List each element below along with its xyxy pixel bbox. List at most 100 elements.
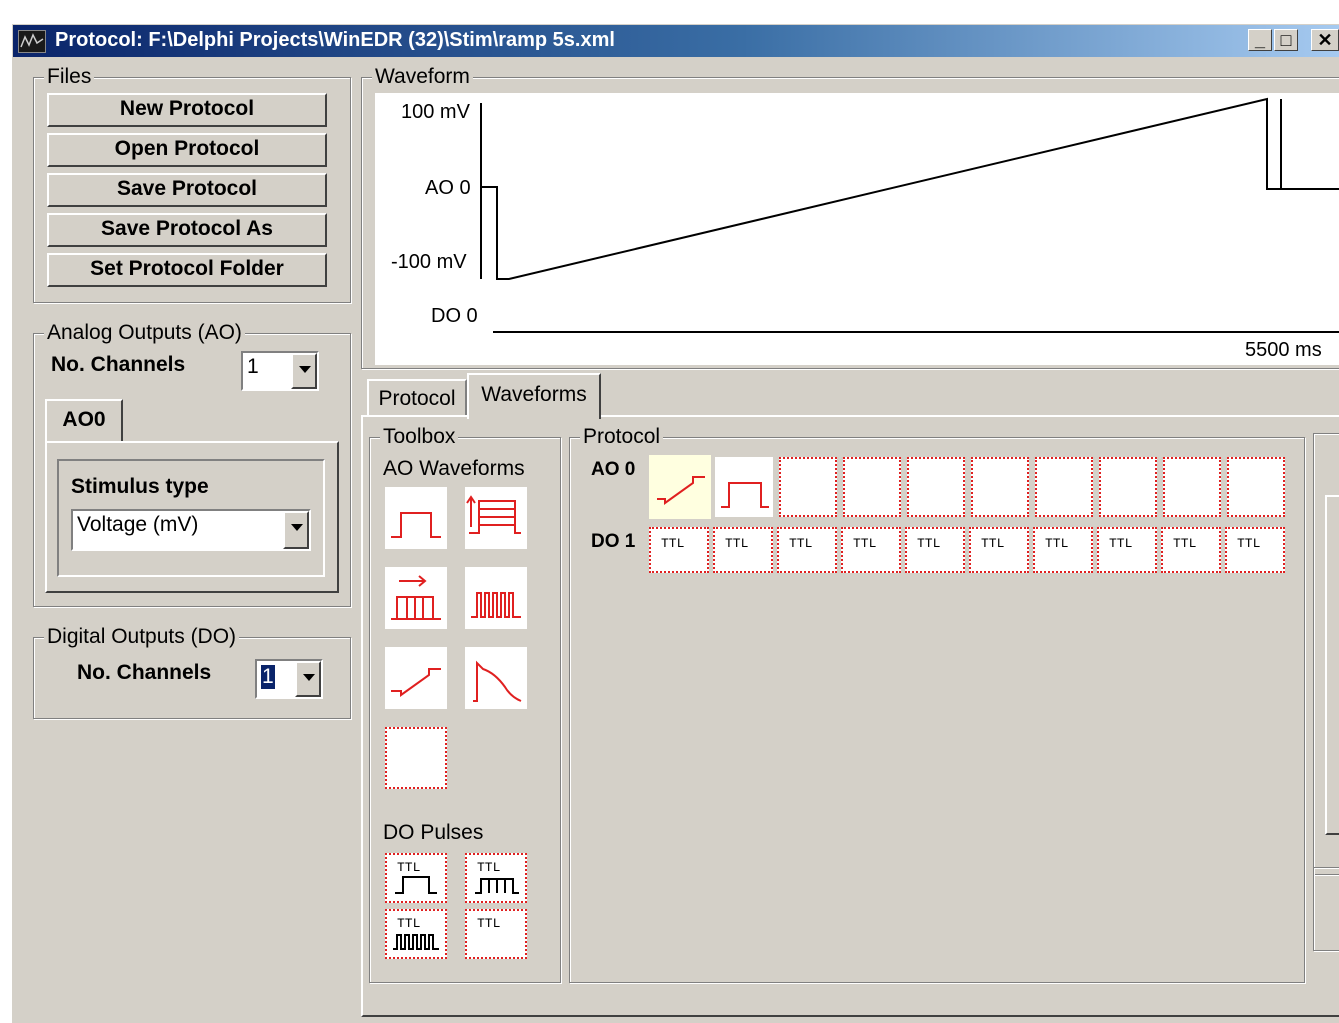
do1-slot-4[interactable]: TTL: [841, 527, 901, 573]
stimulus-type-select[interactable]: Voltage (mV): [71, 509, 311, 551]
ttl-none-icon: TTL: [725, 536, 748, 551]
analog-outputs-group-label: Analog Outputs (AO): [44, 321, 245, 345]
ttl-none-icon: TTL: [853, 536, 876, 551]
svg-text:TTL: TTL: [1109, 536, 1132, 551]
do1-slot-3[interactable]: TTL: [777, 527, 837, 573]
title-bar[interactable]: Protocol: F:\Delphi Projects\WinEDR (32)…: [13, 25, 1339, 57]
svg-text:TTL: TTL: [853, 536, 876, 551]
do-channels-select[interactable]: 1: [255, 659, 323, 699]
do1-slot-10[interactable]: TTL: [1225, 527, 1285, 573]
do1-slot-1[interactable]: TTL: [649, 527, 709, 573]
protocol-window: Protocol: F:\Delphi Projects\WinEDR (32)…: [12, 24, 1339, 1023]
ao-channels-value: 1: [247, 355, 259, 378]
ttl-none-icon: TTL: [1173, 536, 1196, 551]
scroll-panel-lower[interactable]: [1313, 867, 1339, 951]
family-of-steps-icon: [466, 495, 521, 534]
ao0-slot-7[interactable]: [1035, 457, 1093, 517]
minimize-button[interactable]: _: [1248, 29, 1272, 51]
tab-protocol-label: Protocol: [378, 387, 456, 410]
digital-outputs-group-label: Digital Outputs (DO): [44, 625, 240, 649]
ao0-slot-9[interactable]: [1163, 457, 1221, 517]
family-of-steps-tool[interactable]: [465, 487, 527, 549]
ao0-slot-6[interactable]: [971, 457, 1029, 517]
ttl-none-icon: TTL: [917, 536, 940, 551]
tab-ao0[interactable]: AO0: [45, 399, 123, 443]
ramp-icon: [657, 476, 705, 505]
ttl-none-tool[interactable]: TTL: [465, 909, 527, 959]
chevron-down-icon[interactable]: [291, 353, 317, 389]
save-protocol-as-button[interactable]: Save Protocol As: [47, 213, 327, 247]
ao0-slot-5[interactable]: [907, 457, 965, 517]
ttl-none-icon: TTL: [981, 536, 1004, 551]
stimulus-type-label: Stimulus type: [71, 475, 209, 498]
ttl-none-icon: TTL: [789, 536, 812, 551]
pulse-train-tool[interactable]: [465, 567, 527, 629]
ao0-slot-4[interactable]: [843, 457, 901, 517]
ao0-slot-10[interactable]: [1227, 457, 1285, 517]
action-potential-waveform-icon: [473, 660, 522, 702]
pulse-train-icon: [471, 592, 521, 618]
do-channels-label: No. Channels: [77, 661, 212, 684]
maximize-button[interactable]: □: [1274, 29, 1298, 51]
svg-text:TTL: TTL: [1237, 536, 1260, 551]
step-pulse-icon: [391, 512, 441, 538]
close-button[interactable]: ✕: [1311, 29, 1339, 51]
vertical-scrollbar-thumb[interactable]: [1325, 495, 1339, 835]
ttl-text: TTL: [397, 860, 420, 875]
ttl-none-icon: TTL: [1237, 536, 1260, 551]
ttl-single-pulse-tool[interactable]: TTL: [385, 853, 447, 903]
save-protocol-button[interactable]: Save Protocol: [47, 173, 327, 207]
ao-channels-select[interactable]: 1: [241, 351, 319, 391]
ttl-none-icon: TTL: [661, 536, 684, 551]
ttl-pulse-train-family-tool[interactable]: TTL: [465, 853, 527, 903]
step-pulse-tool[interactable]: [385, 487, 447, 549]
tab-waveforms[interactable]: Waveforms: [467, 373, 601, 419]
svg-text:TTL: TTL: [661, 536, 684, 551]
do1-slot-2[interactable]: TTL: [713, 527, 773, 573]
svg-text:TTL: TTL: [1173, 536, 1196, 551]
stimulus-type-value: Voltage (mV): [77, 513, 199, 536]
pulse-train-family-tool[interactable]: [385, 567, 447, 629]
protocol-group-label: Protocol: [580, 425, 664, 449]
svg-text:TTL: TTL: [789, 536, 812, 551]
toolbox-group-label: Toolbox: [380, 425, 459, 449]
svg-text:TTL: TTL: [1045, 536, 1068, 551]
ttl-none-icon: TTL: [1045, 536, 1068, 551]
do1-slot-6[interactable]: TTL: [969, 527, 1029, 573]
do1-slot-8[interactable]: TTL: [1097, 527, 1157, 573]
do1-slot-7[interactable]: TTL: [1033, 527, 1093, 573]
do1-slot-9[interactable]: TTL: [1161, 527, 1221, 573]
open-protocol-button[interactable]: Open Protocol: [47, 133, 327, 167]
tab-protocol[interactable]: Protocol: [367, 379, 467, 417]
step-pulse-icon: [721, 482, 769, 508]
ramp-icon: [391, 668, 441, 697]
app-icon: [18, 30, 46, 53]
ttl-none-icon: TTL: [1109, 536, 1132, 551]
ramp-tool[interactable]: [385, 647, 447, 709]
empty-waveform-tool[interactable]: [385, 727, 447, 789]
set-protocol-folder-button[interactable]: Set Protocol Folder: [47, 253, 327, 287]
chevron-down-icon[interactable]: [283, 511, 309, 549]
do1-slot-5[interactable]: TTL: [905, 527, 965, 573]
do-channels-value: 1: [261, 665, 275, 689]
svg-text:TTL: TTL: [917, 536, 940, 551]
ao0-slot-3[interactable]: [779, 457, 837, 517]
ao0-slot-8[interactable]: [1099, 457, 1157, 517]
new-protocol-button[interactable]: New Protocol: [47, 93, 327, 127]
waveform-plot[interactable]: 100 mV AO 0 -100 mV DO 0 5500 ms: [375, 93, 1339, 365]
do1-row-label: DO 1: [591, 531, 636, 552]
ao0-slot-1[interactable]: [649, 455, 711, 519]
ttl-pulse-train-family-icon: TTL: [475, 860, 519, 894]
ao-waveforms-label: AO Waveforms: [383, 457, 525, 480]
ttl-pulse-train-tool[interactable]: TTL: [385, 909, 447, 959]
ao0-slot-2[interactable]: [715, 457, 773, 517]
svg-text:TTL: TTL: [397, 916, 420, 931]
ttl-none-icon: TTL: [477, 916, 500, 931]
ttl-single-pulse-icon: TTL: [395, 860, 437, 894]
svg-text:TTL: TTL: [477, 860, 500, 875]
svg-text:TTL: TTL: [725, 536, 748, 551]
action-potential-tool[interactable]: [465, 647, 527, 709]
chevron-down-icon[interactable]: [295, 661, 321, 697]
pulse-train-family-icon: [391, 575, 441, 620]
svg-text:TTL: TTL: [981, 536, 1004, 551]
